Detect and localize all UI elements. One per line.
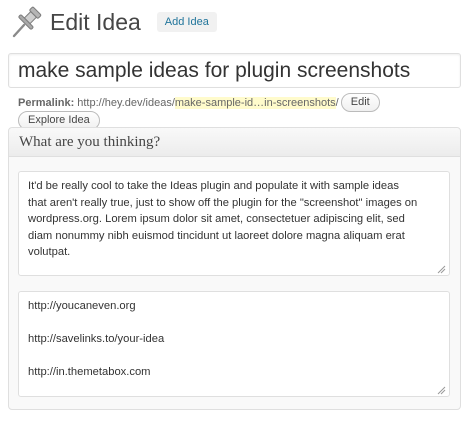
description-line: volutpat. xyxy=(28,246,71,258)
links-textarea[interactable]: http://youcaneven.org http://savelinks.t… xyxy=(18,291,450,397)
title-field-wrapper xyxy=(8,53,461,88)
description-textarea[interactable]: It'd be really cool to take the Ideas pl… xyxy=(18,171,450,276)
link-line: http://youcaneven.org xyxy=(28,300,136,312)
link-line: http://savelinks.to/your-idea xyxy=(28,333,165,345)
permalink-label: Permalink: xyxy=(18,96,75,109)
permalink-slug[interactable]: make-sample-id…in-screenshots xyxy=(174,96,336,109)
page-header: Edit Idea Add Idea xyxy=(10,4,217,40)
postbox-title: What are you thinking? xyxy=(19,133,161,150)
edit-permalink-button[interactable]: Edit xyxy=(340,93,380,112)
title-input[interactable] xyxy=(9,54,460,87)
add-idea-button[interactable]: Add Idea xyxy=(156,12,217,32)
page-title: Edit Idea xyxy=(50,8,141,35)
description-line: wordpress.org. Lorem ipsum dolor sit ame… xyxy=(28,213,405,225)
description-line: diam nonummy nibh euismod tincidunt ut l… xyxy=(28,229,405,242)
resize-grip-icon[interactable] xyxy=(437,263,446,274)
idea-postbox: What are you thinking? It'd be really co… xyxy=(8,127,461,410)
description-line: It'd be really cool to take the Ideas pl… xyxy=(28,180,399,192)
permalink-trailing-slash: / xyxy=(335,96,339,109)
edit-idea-page: Edit Idea Add Idea Permalink: http://hey… xyxy=(0,0,470,426)
postbox-header[interactable]: What are you thinking? xyxy=(9,128,460,157)
description-line: that aren't really true, just to show of… xyxy=(28,196,418,209)
link-line: http://in.themetabox.com xyxy=(28,366,151,378)
permalink-base-url: http://hey.dev/ideas/ xyxy=(77,96,175,109)
pushpin-icon xyxy=(10,5,44,39)
permalink-row: Permalink: http://hey.dev/ideas/ make-sa… xyxy=(18,93,380,112)
resize-grip-icon[interactable] xyxy=(437,384,446,395)
